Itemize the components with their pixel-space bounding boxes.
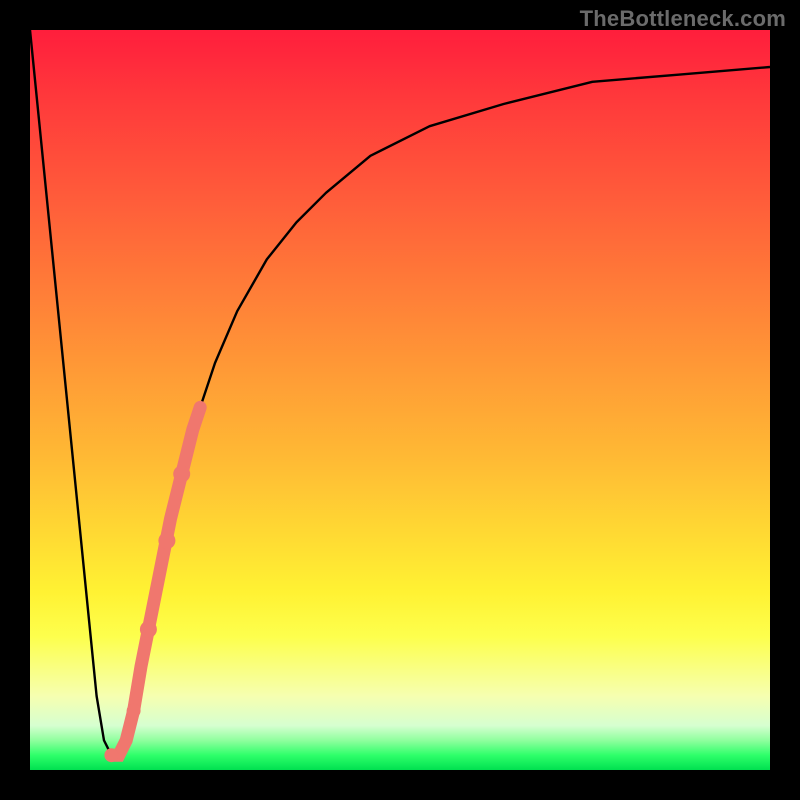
highlight-dot [158, 532, 175, 549]
plot-area [30, 30, 770, 770]
highlight-dot [127, 704, 141, 718]
highlight-segment [111, 407, 200, 755]
chart-frame: TheBottleneck.com [0, 0, 800, 800]
highlight-dot [173, 466, 190, 483]
highlight-dot [104, 748, 118, 762]
highlight-dot [140, 621, 157, 638]
chart-svg [30, 30, 770, 770]
watermark-text: TheBottleneck.com [580, 6, 786, 32]
